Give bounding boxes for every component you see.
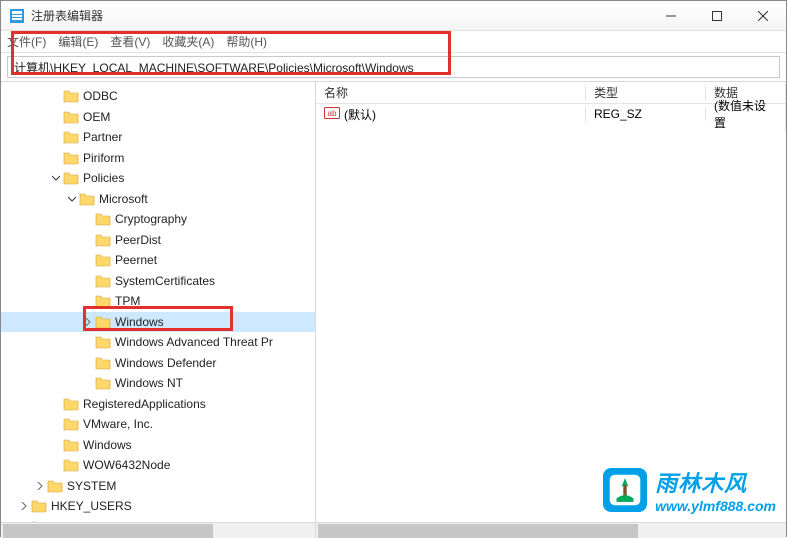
tree-label: Partner <box>83 130 122 144</box>
menu-edit[interactable]: 编辑(E) <box>58 33 98 50</box>
tree-label: SystemCertificates <box>115 274 215 288</box>
tree-node[interactable]: Policies <box>1 168 315 189</box>
tree-label: Windows Advanced Threat Pr <box>115 335 273 349</box>
minimize-button[interactable] <box>648 1 694 31</box>
tree-node[interactable]: RegisteredApplications <box>1 394 315 415</box>
chevron-icon[interactable] <box>33 482 47 490</box>
value-rows[interactable]: ab(默认)REG_SZ(数值未设置 <box>316 104 786 522</box>
col-type[interactable]: 类型 <box>586 84 706 101</box>
tree[interactable]: ODBC OEM Partner Piriform Policies Microsoft C… <box>1 82 315 522</box>
address-input[interactable] <box>8 60 779 74</box>
tree-label: SYSTEM <box>67 479 116 493</box>
watermark-logo <box>603 468 647 512</box>
menu-fav[interactable]: 收藏夹(A) <box>162 33 214 50</box>
chevron-icon[interactable] <box>81 318 95 326</box>
tree-label: VMware, Inc. <box>83 417 153 431</box>
tree-h-scrollbar[interactable] <box>1 522 315 538</box>
tree-node[interactable]: HKEY_USERS <box>1 496 315 517</box>
string-icon: ab <box>324 106 340 123</box>
tree-node[interactable]: Piriform <box>1 148 315 169</box>
tree-label: Piriform <box>83 151 124 165</box>
address-bar[interactable] <box>7 56 780 78</box>
value-data: (数值未设置 <box>706 97 786 131</box>
tree-node[interactable]: Windows <box>1 435 315 456</box>
chevron-icon[interactable] <box>65 195 79 203</box>
value-type: REG_SZ <box>586 107 706 121</box>
title-bar: 注册表编辑器 <box>1 1 786 31</box>
watermark-en: www.ylmf888.com <box>655 498 776 514</box>
tree-node[interactable]: SYSTEM <box>1 476 315 497</box>
menu-file[interactable]: 文件(F) <box>7 33 46 50</box>
tree-node[interactable]: ODBC <box>1 86 315 107</box>
tree-node[interactable]: Windows NT <box>1 373 315 394</box>
tree-node[interactable]: SystemCertificates <box>1 271 315 292</box>
tree-node[interactable]: Microsoft <box>1 189 315 210</box>
tree-pane: ODBC OEM Partner Piriform Policies Microsoft C… <box>1 82 316 538</box>
tree-node[interactable]: Cryptography <box>1 209 315 230</box>
menu-help[interactable]: 帮助(H) <box>226 33 267 50</box>
maximize-button[interactable] <box>694 1 740 31</box>
tree-node[interactable]: WOW6432Node <box>1 455 315 476</box>
tree-node[interactable]: Windows Advanced Threat Pr <box>1 332 315 353</box>
tree-label: Policies <box>83 171 124 185</box>
tree-node[interactable]: OEM <box>1 107 315 128</box>
tree-label: OEM <box>83 110 110 124</box>
svg-text:ab: ab <box>328 109 337 118</box>
watermark-cn: 雨林木风 <box>655 466 776 498</box>
values-h-scrollbar[interactable] <box>316 522 786 538</box>
tree-node[interactable]: Windows <box>1 312 315 333</box>
watermark: 雨林木风 www.ylmf888.com <box>603 466 776 514</box>
value-name: (默认) <box>344 106 376 123</box>
tree-node[interactable]: VMware, Inc. <box>1 414 315 435</box>
tree-node[interactable]: Windows Defender <box>1 353 315 374</box>
tree-label: Windows NT <box>115 376 183 390</box>
tree-label: Windows <box>83 438 132 452</box>
tree-label: TPM <box>115 294 140 308</box>
tree-label: Peernet <box>115 253 157 267</box>
menu-bar: 文件(F) 编辑(E) 查看(V) 收藏夹(A) 帮助(H) <box>1 31 786 53</box>
chevron-icon[interactable] <box>49 174 63 182</box>
tree-label: Windows <box>115 315 164 329</box>
tree-label: RegisteredApplications <box>83 397 206 411</box>
tree-label: Microsoft <box>99 192 148 206</box>
app-icon <box>9 8 25 24</box>
tree-node[interactable]: PeerDist <box>1 230 315 251</box>
tree-label: Cryptography <box>115 212 187 226</box>
col-name[interactable]: 名称 <box>316 84 586 101</box>
tree-node[interactable]: Partner <box>1 127 315 148</box>
close-button[interactable] <box>740 1 786 31</box>
tree-label: HKEY_USERS <box>51 499 132 513</box>
tree-label: Windows Defender <box>115 356 216 370</box>
tree-label: WOW6432Node <box>83 458 170 472</box>
menu-view[interactable]: 查看(V) <box>110 33 150 50</box>
tree-node[interactable]: Peernet <box>1 250 315 271</box>
tree-node[interactable]: TPM <box>1 291 315 312</box>
tree-label: PeerDist <box>115 233 161 247</box>
chevron-icon[interactable] <box>17 502 31 510</box>
tree-label: ODBC <box>83 89 118 103</box>
value-row[interactable]: ab(默认)REG_SZ(数值未设置 <box>316 104 786 124</box>
window-title: 注册表编辑器 <box>31 7 648 24</box>
